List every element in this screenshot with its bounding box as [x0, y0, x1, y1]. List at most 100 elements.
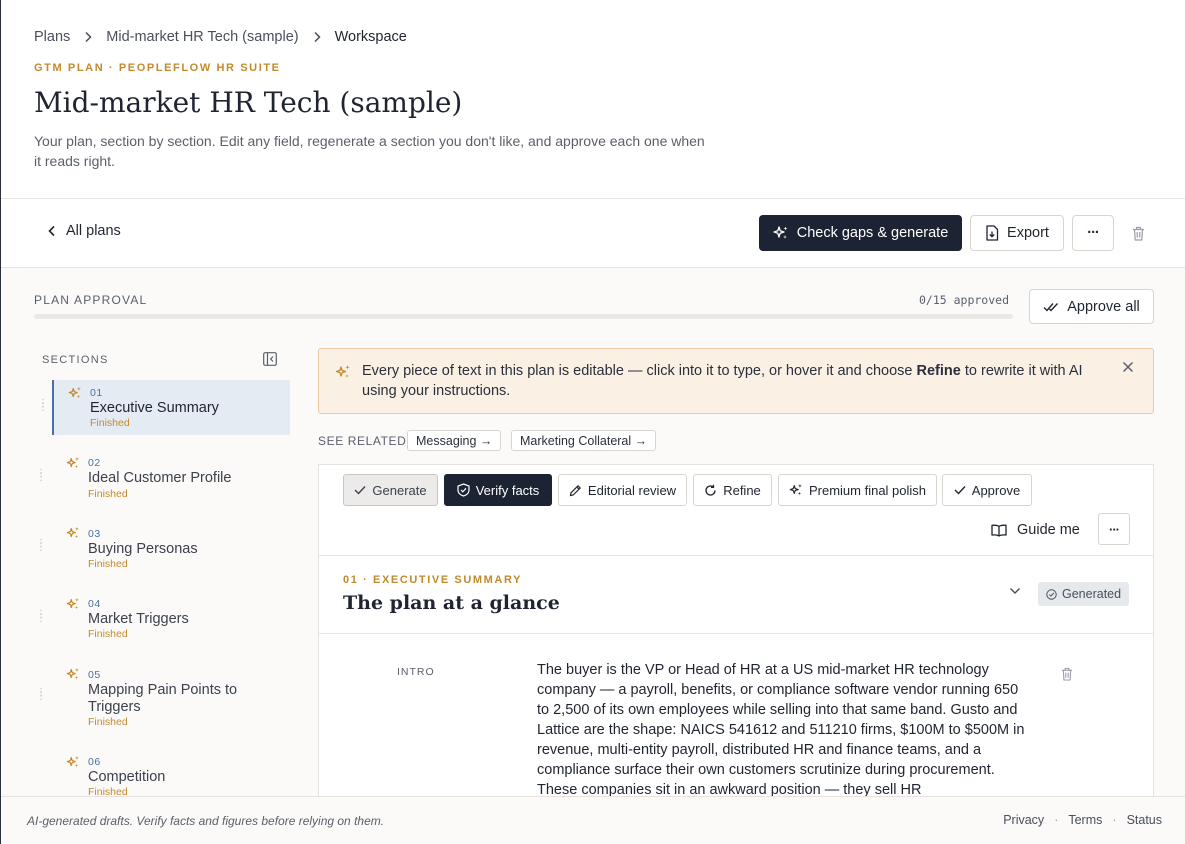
section-title: Executive Summary: [90, 400, 219, 416]
separator-dot: ·: [1112, 813, 1117, 827]
breadcrumb-plans-link[interactable]: Plans: [34, 29, 70, 45]
sparkles-icon: [66, 526, 80, 540]
editable-notice-banner: Every piece of text in this plan is edit…: [318, 348, 1154, 414]
page-header: Plans Mid-market HR Tech (sample) Worksp…: [1, 0, 1185, 199]
export-label: Export: [1007, 225, 1049, 241]
section-status: Finished: [88, 628, 128, 640]
approve-label: Approve: [971, 482, 1021, 498]
notice-text: Every piece of text in this plan is edit…: [362, 361, 1112, 401]
see-related-label: SEE RELATED: [318, 434, 407, 448]
drag-handle-icon[interactable]: ⋮ ⋮: [36, 688, 46, 702]
file-download-icon: [985, 225, 999, 241]
section-title: Buying Personas: [88, 541, 198, 557]
sparkles-icon: [68, 386, 82, 400]
sections-label: SECTIONS: [42, 354, 109, 366]
drag-handle-icon[interactable]: ⋮ ⋮: [36, 539, 46, 553]
section-number: 01: [90, 387, 103, 399]
book-open-icon: [991, 524, 1007, 537]
sidebar-item-market-triggers[interactable]: ⋮ ⋮ 04 Market Triggers Finished: [36, 591, 290, 646]
chevron-right-icon: [84, 31, 92, 43]
breadcrumb: Plans Mid-market HR Tech (sample) Worksp…: [34, 29, 407, 45]
section-number: 03: [88, 528, 101, 540]
check-icon: [954, 485, 966, 495]
generate-button[interactable]: Generate: [343, 474, 438, 506]
divider: [319, 633, 1153, 634]
plan-kicker: GTM PLAN · PEOPLEFLOW HR SUITE: [34, 62, 281, 74]
shield-check-icon: [457, 483, 470, 497]
section-more-button[interactable]: ···: [1098, 513, 1130, 545]
sidebar-item-executive-summary[interactable]: ⋮ ⋮ 01 Executive Summary Finished: [38, 380, 290, 435]
check-gaps-generate-button[interactable]: Check gaps & generate: [759, 215, 962, 251]
export-button[interactable]: Export: [970, 215, 1064, 251]
status-badge: Generated: [1038, 582, 1130, 606]
refine-label: Refine: [723, 482, 761, 498]
sparkles-icon: [66, 755, 80, 769]
all-plans-label: All plans: [66, 223, 121, 239]
sparkles-icon: [335, 364, 351, 380]
more-dots-icon: ···: [1109, 521, 1120, 537]
delete-plan-button[interactable]: [1124, 215, 1152, 251]
sparkles-icon: [789, 483, 803, 497]
breadcrumb-market-link[interactable]: Mid-market HR Tech (sample): [106, 29, 298, 45]
approved-count: 0/15 approved: [919, 293, 1010, 307]
related-marketing-collateral-link[interactable]: Marketing Collateral →: [511, 430, 657, 451]
page-footer: AI-generated drafts. Verify facts and fi…: [1, 796, 1185, 844]
editorial-review-label: Editorial review: [587, 482, 677, 498]
page-title: Mid-market HR Tech (sample): [34, 86, 463, 119]
status-link[interactable]: Status: [1127, 813, 1162, 827]
section-status: Finished: [88, 716, 128, 728]
privacy-link[interactable]: Privacy: [1003, 813, 1044, 827]
terms-link[interactable]: Terms: [1068, 813, 1102, 827]
badge-label: Generated: [1062, 587, 1122, 601]
clock-check-icon: [1046, 588, 1057, 600]
drag-handle-icon[interactable]: ⋮ ⋮: [38, 399, 48, 413]
section-title: Ideal Customer Profile: [88, 470, 232, 486]
approve-section-button[interactable]: Approve: [942, 474, 1032, 506]
approval-progress-bar: [34, 314, 1013, 319]
trash-icon: [1132, 226, 1145, 241]
refine-button[interactable]: Refine: [693, 474, 772, 506]
trash-icon[interactable]: [1061, 667, 1073, 681]
close-icon[interactable]: [1122, 361, 1134, 373]
sparkles-icon: [66, 667, 80, 681]
sidebar-item-buying-personas[interactable]: ⋮ ⋮ 03 Buying Personas Finished: [36, 520, 290, 575]
section-title: Mapping Pain Points to Triggers: [88, 682, 238, 715]
drag-handle-icon[interactable]: ⋮ ⋮: [36, 469, 46, 483]
intro-field-text[interactable]: The buyer is the VP or Head of HR at a U…: [537, 660, 1027, 800]
guide-me-button[interactable]: Guide me: [991, 519, 1080, 541]
editorial-review-button[interactable]: Editorial review: [558, 474, 687, 506]
sidebar-item-ideal-customer-profile[interactable]: ⋮ ⋮ 02 Ideal Customer Profile Finished: [36, 450, 290, 505]
section-title: Market Triggers: [88, 611, 189, 627]
premium-final-polish-button[interactable]: Premium final polish: [778, 474, 937, 506]
breadcrumb-current: Workspace: [334, 29, 407, 45]
chevron-down-icon[interactable]: [1009, 587, 1021, 595]
section-number: 04: [88, 598, 101, 610]
all-plans-link[interactable]: All plans: [48, 223, 121, 239]
section-status: Finished: [88, 488, 128, 500]
related-messaging-link[interactable]: Messaging →: [407, 430, 502, 451]
intro-field-label: INTRO: [397, 666, 435, 678]
section-number: 02: [88, 457, 101, 469]
section-status: Finished: [88, 558, 128, 570]
sidebar-item-mapping-pain-points[interactable]: ⋮ ⋮ 05 Mapping Pain Points to Triggers Fi…: [36, 661, 290, 731]
sparkles-icon: [66, 597, 80, 611]
approve-all-button[interactable]: Approve all: [1029, 289, 1154, 324]
section-heading: The plan at a glance: [343, 592, 560, 614]
collapse-sidebar-icon[interactable]: [263, 352, 277, 366]
section-card: Generate Verify facts Editorial review R…: [318, 464, 1154, 804]
drag-handle-icon[interactable]: ⋮ ⋮: [36, 610, 46, 624]
generate-label: Generate: [372, 482, 427, 498]
separator-dot: ·: [1054, 813, 1059, 827]
more-options-button[interactable]: ···: [1072, 215, 1114, 251]
sparkles-icon: [66, 456, 80, 470]
check-icon: [354, 485, 366, 495]
pencil-icon: [569, 484, 582, 497]
verify-facts-button[interactable]: Verify facts: [444, 474, 552, 506]
app-frame: Plans Mid-market HR Tech (sample) Worksp…: [0, 0, 1185, 844]
check-gaps-label: Check gaps & generate: [796, 225, 949, 241]
sparkles-icon: [773, 225, 789, 241]
sidebar-item-competition[interactable]: ⋮⋮ 06 Competition Finished: [52, 749, 290, 796]
section-number: 05: [88, 669, 101, 681]
chevron-right-icon: [313, 31, 321, 43]
plan-toolbar: All plans Check gaps & generate Export ·…: [1, 199, 1185, 268]
